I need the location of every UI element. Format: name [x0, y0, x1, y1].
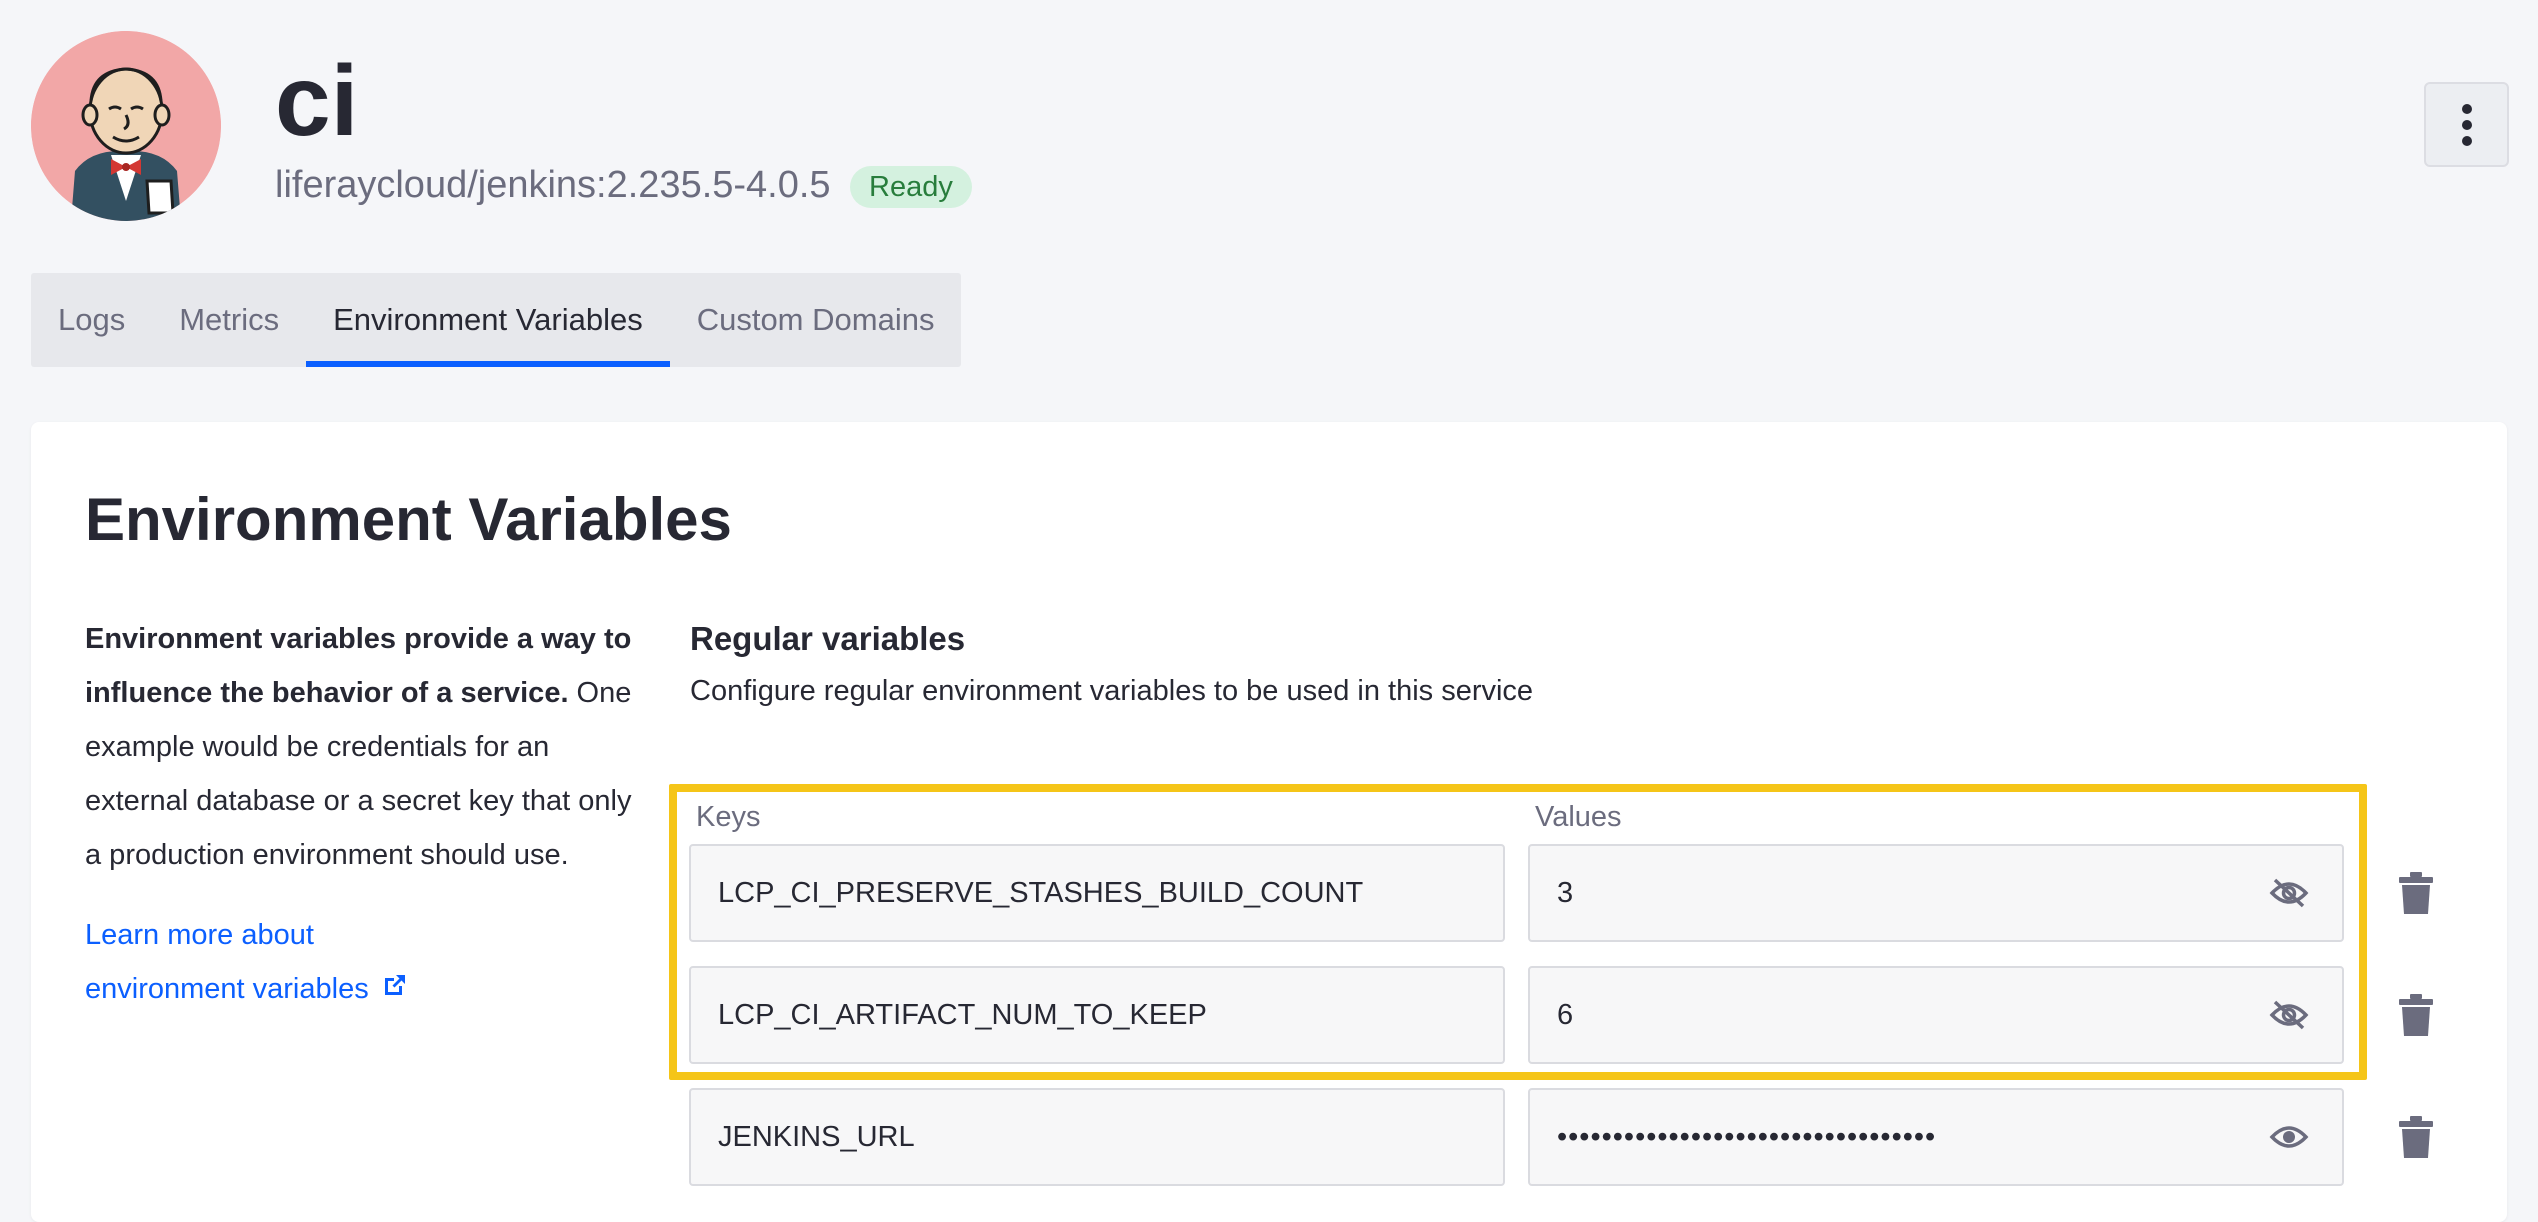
vertical-ellipsis-icon — [2461, 103, 2472, 146]
tab-logs[interactable]: Logs — [31, 273, 152, 367]
status-badge: Ready — [850, 166, 972, 208]
eye-icon[interactable] — [2268, 1116, 2310, 1158]
jenkins-logo-icon — [31, 31, 221, 221]
learn-more-link[interactable]: Learn more about environment variables — [85, 908, 505, 1017]
tab-environment-variables[interactable]: Environment Variables — [306, 273, 670, 367]
env-description-bold: Environment variables provide a way to i… — [85, 623, 632, 709]
delete-variable-button[interactable] — [2393, 1112, 2439, 1162]
trash-icon — [2399, 994, 2433, 1036]
variable-value-field[interactable]: 6 — [1528, 966, 2344, 1064]
learn-more-line1: Learn more about — [85, 919, 314, 951]
trash-icon — [2399, 872, 2433, 914]
variable-key-field[interactable]: LCP_CI_PRESERVE_STASHES_BUILD_COUNT — [689, 844, 1505, 942]
learn-more-line2-wrap: environment variables — [85, 962, 505, 1017]
service-image-tag: liferaycloud/jenkins:2.235.5-4.0.5 — [275, 164, 831, 206]
eye-slash-icon[interactable] — [2268, 872, 2310, 914]
environment-variables-card: Environment Variables Environment variab… — [31, 422, 2507, 1222]
service-tabs: Logs Metrics Environment Variables Custo… — [31, 273, 961, 367]
card-title: Environment Variables — [85, 486, 732, 553]
trash-icon — [2399, 1116, 2433, 1158]
tab-metrics[interactable]: Metrics — [152, 273, 306, 367]
eye-slash-icon[interactable] — [2268, 994, 2310, 1036]
delete-variable-button[interactable] — [2393, 990, 2439, 1040]
more-actions-button[interactable] — [2424, 82, 2509, 167]
learn-more-line2: environment variables — [85, 973, 369, 1005]
keys-column-label: Keys — [696, 801, 761, 833]
variable-key-field[interactable]: JENKINS_URL — [689, 1088, 1505, 1186]
env-description: Environment variables provide a way to i… — [85, 612, 645, 882]
variable-value-field[interactable]: •••••••••••••••••••••••••••••••••• — [1528, 1088, 2344, 1186]
tab-custom-domains[interactable]: Custom Domains — [670, 273, 962, 367]
service-name: ci — [275, 45, 359, 157]
variable-value-field[interactable]: 3 — [1528, 844, 2344, 942]
values-column-label: Values — [1535, 801, 1622, 833]
regular-variables-subtitle: Configure regular environment variables … — [690, 675, 1534, 707]
service-avatar — [31, 31, 221, 221]
regular-variables-title: Regular variables — [690, 620, 966, 657]
variable-key-field[interactable]: LCP_CI_ARTIFACT_NUM_TO_KEEP — [689, 966, 1505, 1064]
external-link-icon — [381, 963, 409, 1017]
delete-variable-button[interactable] — [2393, 868, 2439, 918]
